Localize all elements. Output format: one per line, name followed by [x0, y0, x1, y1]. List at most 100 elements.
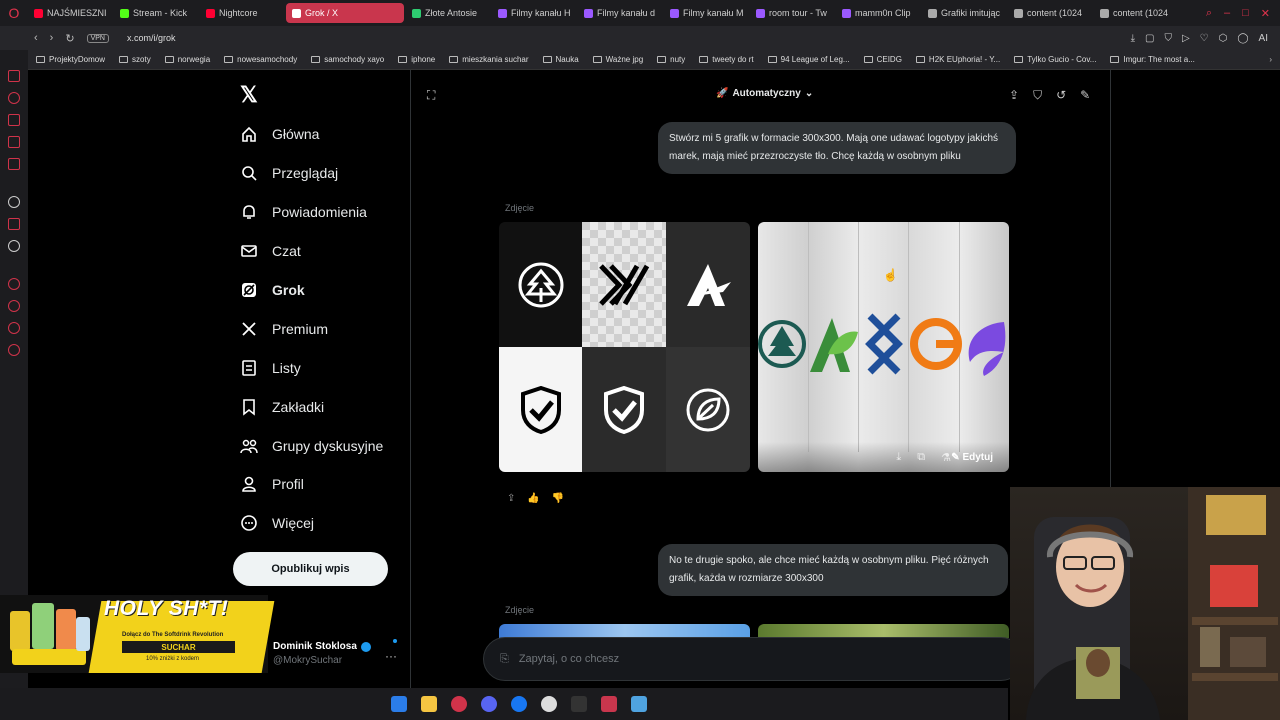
bookmark-item[interactable]: nowesamochody — [224, 55, 297, 64]
close-icon[interactable]: ✕ — [1261, 7, 1270, 20]
browser-tab[interactable]: Stream - Kick — [114, 3, 198, 23]
file-explorer-icon[interactable] — [421, 696, 437, 712]
windows-start-icon[interactable] — [391, 696, 407, 712]
account-switcher[interactable]: Dominik Stoklosa @MokrySuchar ··· — [273, 639, 397, 666]
browser-tab[interactable]: Filmy kanału H — [492, 3, 576, 23]
browser-tab[interactable]: content (1024 — [1094, 3, 1178, 23]
more-dots-icon[interactable]: ··· — [385, 649, 397, 663]
notepad-icon[interactable] — [631, 696, 647, 712]
stream-app-icon[interactable] — [601, 696, 617, 712]
facebook-icon[interactable] — [511, 696, 527, 712]
minimize-icon[interactable]: – — [1224, 7, 1230, 20]
nav-item[interactable]: Główna — [240, 115, 383, 154]
bookmark-item[interactable]: mieszkania suchar — [449, 55, 529, 64]
opera-icon[interactable] — [451, 696, 467, 712]
browser-tab[interactable]: mamm0n Clip — [836, 3, 920, 23]
bookmark-item[interactable]: iphone — [398, 55, 435, 64]
bookmark-item[interactable]: ProjektyDomow — [36, 55, 105, 64]
browser-tab[interactable]: Grafiki imitując — [922, 3, 1006, 23]
edit-button[interactable]: ✎ Edytuj — [951, 452, 993, 463]
generated-image-grid[interactable] — [499, 222, 750, 472]
sidebar-app-icon[interactable] — [8, 322, 20, 334]
opera-menu-icon[interactable]: O — [0, 0, 28, 26]
bookmark-item[interactable]: Tylko Gucio - Cov... — [1014, 55, 1096, 64]
bookmark-item[interactable]: nuty — [657, 55, 685, 64]
vpn-badge[interactable]: VPN — [86, 33, 109, 43]
copy-icon[interactable]: ⧉ — [917, 451, 925, 464]
browser-tab[interactable]: Grok / X — [286, 3, 404, 23]
maximize-icon[interactable]: □ — [1242, 7, 1249, 20]
browser-tab[interactable]: NAJŚMIESZNI — [28, 3, 112, 23]
nav-item[interactable]: Grok — [240, 271, 383, 310]
play-icon[interactable]: ▷ — [1182, 33, 1190, 44]
forward-icon[interactable]: › — [50, 32, 54, 45]
twitch-icon[interactable] — [8, 218, 20, 230]
prompt-input[interactable]: ⎘ Zapytaj, o co chcesz — [483, 637, 1023, 681]
settings-icon[interactable] — [8, 344, 20, 356]
expand-icon[interactable]: ⛶ — [427, 88, 435, 103]
nav-item[interactable]: Grupy dyskusyjne — [240, 426, 383, 465]
browser-tab[interactable]: Nightcore — [200, 3, 284, 23]
browser-tab[interactable]: Filmy kanału M — [664, 3, 748, 23]
bookmark-item[interactable]: H2K EUphoria! - Y... — [915, 55, 1000, 64]
bookmark-item[interactable]: szoty — [119, 55, 151, 64]
history-icon[interactable]: ↺ — [1056, 88, 1066, 103]
heart-icon[interactable]: ♡ — [1200, 33, 1209, 44]
ai-icon[interactable]: AI — [1259, 33, 1268, 44]
thumbs-up-icon[interactable]: 👍 — [527, 493, 539, 504]
bookmark-item[interactable]: samochody xayo — [311, 55, 384, 64]
sidebar-app-icon[interactable] — [8, 158, 20, 170]
generated-image[interactable] — [758, 624, 1009, 638]
post-button[interactable]: Opublikuj wpis — [233, 552, 388, 586]
browser-tab[interactable]: content (1024 — [1008, 3, 1092, 23]
chatgpt-icon[interactable] — [8, 196, 20, 208]
generated-image[interactable] — [499, 624, 750, 638]
nav-item[interactable]: Zakładki — [240, 387, 383, 426]
bookmark-item[interactable]: Nauka — [542, 55, 579, 64]
sidebar-app-icon[interactable] — [8, 92, 20, 104]
bookmark-item[interactable]: CEIDG — [863, 55, 902, 64]
bookmark-item[interactable]: Imgur: The most a... — [1110, 55, 1195, 64]
browser-tab[interactable]: Złote Antosie — [406, 3, 490, 23]
history-icon[interactable] — [8, 300, 20, 312]
download-icon[interactable]: ⤓ — [1131, 33, 1135, 44]
chatgpt-app-icon[interactable] — [541, 696, 557, 712]
nav-item[interactable]: Czat — [240, 232, 383, 271]
bookmark-item[interactable]: 94 League of Leg... — [767, 55, 850, 64]
search-icon[interactable]: ⌕ — [1206, 7, 1212, 20]
browser-tab[interactable]: Filmy kanału d — [578, 3, 662, 23]
nav-item[interactable]: Więcej — [240, 504, 383, 543]
bookmarks-more-icon[interactable]: › — [1269, 55, 1280, 64]
wand-icon[interactable]: ⚗ — [941, 451, 951, 464]
reload-icon[interactable]: ↻ — [65, 32, 74, 45]
bookmark-icon[interactable]: ⛉ — [1033, 88, 1042, 103]
url-field[interactable]: x.com/i/grok — [127, 33, 176, 43]
sidebar-app-icon[interactable] — [8, 278, 20, 290]
sidebar-app-icon[interactable] — [8, 136, 20, 148]
discord-icon[interactable] — [481, 696, 497, 712]
shield-icon[interactable]: ⛉ — [1164, 33, 1172, 44]
bookmark-item[interactable]: tweety do rt — [699, 55, 754, 64]
bookmark-item[interactable]: norwegia — [164, 55, 210, 64]
nav-item[interactable]: Przeglądaj — [240, 154, 383, 193]
thumbs-down-icon[interactable]: 👎 — [552, 493, 564, 504]
share-icon[interactable]: ⇪ — [507, 493, 515, 504]
new-chat-icon[interactable]: ✎ — [1080, 88, 1090, 103]
extensions-icon[interactable]: ⬡ — [1219, 33, 1228, 44]
mode-selector[interactable]: 🚀 Automatyczny ⌄ — [716, 88, 813, 99]
generated-image-strip[interactable]: ⤓ ⧉ ⚗ ✎ Edytuj — [758, 222, 1009, 472]
nav-item[interactable]: Profil — [240, 465, 383, 504]
x-app-icon[interactable] — [8, 240, 20, 252]
download-icon[interactable]: ⤓ — [896, 451, 901, 464]
snapshot-icon[interactable]: ▢ — [1145, 33, 1154, 44]
sidebar-app-icon[interactable] — [8, 114, 20, 126]
sidebar-app-icon[interactable] — [8, 70, 20, 82]
back-icon[interactable]: ‹ — [34, 32, 38, 45]
terminal-icon[interactable] — [571, 696, 587, 712]
browser-tab[interactable]: room tour - Tw — [750, 3, 834, 23]
nav-item[interactable]: Listy — [240, 348, 383, 387]
bookmark-item[interactable]: Ważne jpg — [592, 55, 643, 64]
share-icon[interactable]: ⇪ — [1009, 88, 1019, 103]
profile-icon[interactable]: ◯ — [1237, 33, 1248, 44]
attach-icon[interactable]: ⎘ — [500, 653, 509, 666]
